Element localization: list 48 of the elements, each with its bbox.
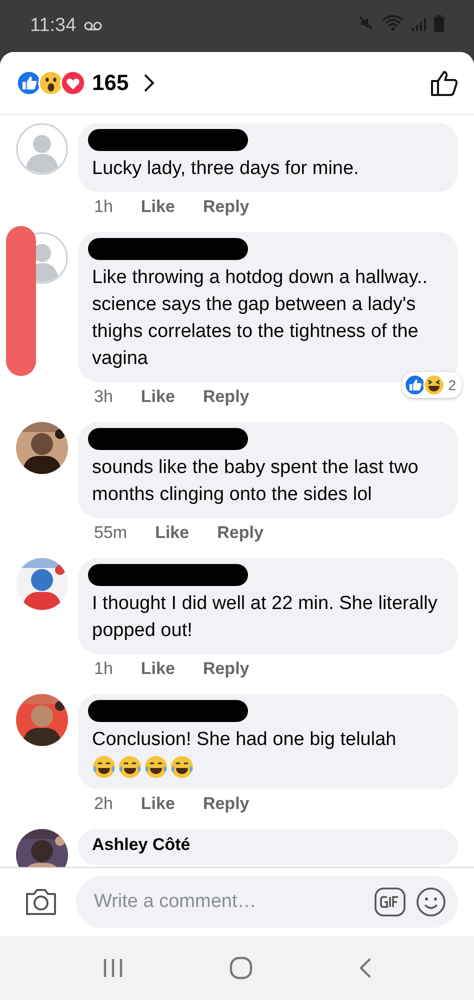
haha-reaction-icon xyxy=(423,374,446,396)
reply-link[interactable]: Reply xyxy=(202,197,250,217)
comment-author: Ashley Côté xyxy=(92,835,192,855)
voicemail-icon xyxy=(84,21,102,31)
like-reaction-icon xyxy=(16,70,42,96)
laughing-emoji-icon xyxy=(144,755,168,779)
reply-link[interactable]: Reply xyxy=(202,794,250,814)
like-icon[interactable] xyxy=(430,69,458,97)
back-icon[interactable] xyxy=(358,957,372,979)
reply-link[interactable]: Reply xyxy=(202,387,250,407)
comment-time: 1h xyxy=(94,659,113,679)
like-link[interactable]: Like xyxy=(140,197,175,217)
gif-icon[interactable] xyxy=(374,887,406,917)
comment-text: Like throwing a hotdog down a hallway.. science says the gap between a lady's thighs correlates to the tightness of the vagina xyxy=(92,266,429,371)
comment-text: I thought I did well at 22 min. She literally popped out! xyxy=(92,592,438,643)
comment-field[interactable]: Write a comment… xyxy=(92,890,364,914)
signal-icon xyxy=(412,17,426,31)
recent-apps-icon[interactable] xyxy=(102,958,124,978)
reply-link[interactable]: Reply xyxy=(202,659,250,679)
like-reaction-icon xyxy=(404,374,426,396)
like-link[interactable]: Like xyxy=(140,659,175,679)
comment-text: sounds like the baby spent the last two months clinging onto the sides lol xyxy=(92,456,420,507)
chevron-right-icon[interactable] xyxy=(142,73,155,93)
comment-text: Conclusion! She had one big telulah xyxy=(92,728,398,752)
wow-reaction-icon xyxy=(38,70,64,96)
camera-icon[interactable] xyxy=(24,887,58,917)
comment-time: 1h xyxy=(94,197,113,217)
comment-box[interactable]: Write a comment… xyxy=(76,876,458,928)
like-link[interactable]: Like xyxy=(140,387,175,407)
mute-icon xyxy=(358,15,374,31)
comment-time: 3h xyxy=(94,387,113,407)
reaction-badge[interactable]: 2 xyxy=(402,372,462,398)
love-reaction-icon xyxy=(60,70,86,96)
like-link[interactable]: Like xyxy=(155,523,190,543)
status-time: 11:34 xyxy=(30,15,76,37)
laughing-emoji-icon xyxy=(118,755,142,779)
comment-text: Lucky lady, three days for mine. xyxy=(92,157,360,181)
battery-icon xyxy=(434,14,444,32)
reply-link[interactable]: Reply xyxy=(217,523,264,543)
comment-time: 55m xyxy=(94,523,128,543)
laughing-emoji-icon xyxy=(92,755,116,779)
comment-time: 2h xyxy=(94,794,113,814)
laughing-emoji-icon xyxy=(170,755,194,779)
wifi-icon xyxy=(382,15,404,31)
reaction-count: 165 xyxy=(92,70,129,96)
like-link[interactable]: Like xyxy=(140,794,175,814)
emoji-icon[interactable] xyxy=(416,887,446,917)
home-icon[interactable] xyxy=(228,956,253,980)
